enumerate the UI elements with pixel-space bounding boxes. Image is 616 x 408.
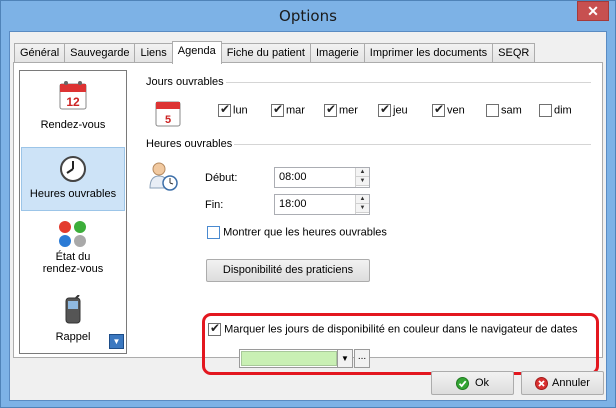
- mark-availability-checkbox[interactable]: [208, 321, 221, 336]
- tab-imprimer-les-documents[interactable]: Imprimer les documents: [363, 43, 494, 63]
- chevron-down-icon[interactable]: ▼: [337, 350, 352, 367]
- sidebar-scroll-down-button[interactable]: ▼: [109, 334, 124, 349]
- ok-button[interactable]: Ok: [431, 371, 514, 395]
- tab-agenda[interactable]: Agenda: [171, 41, 222, 64]
- availability-button[interactable]: Disponibilité des praticiens: [206, 259, 370, 282]
- start-time-input[interactable]: 08:00 ▲ ▼: [274, 167, 370, 188]
- clock-icon: [60, 156, 86, 182]
- day-label: mar: [286, 104, 305, 117]
- day-checkbox[interactable]: [378, 102, 391, 117]
- sidebar-item-label: Heures ouvrables: [29, 188, 117, 200]
- day-label: lun: [233, 104, 248, 117]
- day-checkbox[interactable]: [539, 104, 552, 117]
- color-swatch: [241, 351, 337, 366]
- day-checkbox[interactable]: [271, 102, 284, 117]
- cancel-label: Annuler: [552, 377, 590, 389]
- tab-imagerie[interactable]: Imagerie: [309, 43, 365, 63]
- workdays-title: Jours ouvrables: [146, 76, 226, 88]
- agenda-sidebar: 12 Rendez-vous Heures ouvrables État du …: [19, 70, 127, 354]
- calendar-day-number: 5: [165, 114, 171, 126]
- sidebar-item-etat-du-rendez-vous[interactable]: État du rendez-vous: [21, 219, 125, 289]
- day-label: sam: [501, 104, 522, 117]
- start-label: Début:: [205, 172, 238, 184]
- sidebar-item-label-line2: rendez-vous: [42, 263, 104, 275]
- phone-icon: [65, 295, 81, 324]
- day-lun[interactable]: lun: [218, 102, 248, 117]
- day-checkbox[interactable]: [218, 102, 231, 117]
- cancel-button[interactable]: Annuler: [521, 371, 604, 395]
- only-work-hours-label: Montrer que les heures ouvrables: [223, 226, 387, 239]
- title-bar[interactable]: Options ✕: [1, 1, 615, 31]
- day-label: ven: [447, 104, 465, 117]
- day-sam[interactable]: sam: [486, 104, 522, 117]
- tab-strip: Général Sauvegarde Liens Agenda Fiche du…: [14, 41, 536, 64]
- day-checkbox[interactable]: [486, 104, 499, 117]
- end-time-input[interactable]: 18:00 ▲ ▼: [274, 194, 370, 215]
- day-dim[interactable]: dim: [539, 104, 572, 117]
- cancel-icon: [535, 377, 548, 390]
- tab-sauvegarde[interactable]: Sauvegarde: [64, 43, 136, 63]
- only-work-hours-option[interactable]: Montrer que les heures ouvrables: [207, 226, 387, 239]
- calendar-day-number: 12: [66, 95, 80, 109]
- color-picker[interactable]: ▼: [239, 349, 353, 368]
- day-label: mer: [339, 104, 358, 117]
- status-dots-icon: [59, 221, 86, 247]
- window-title: Options: [279, 7, 337, 25]
- end-time-spinner[interactable]: ▲ ▼: [355, 195, 369, 214]
- mark-availability-option[interactable]: Marquer les jours de disponibilité en co…: [208, 321, 578, 336]
- day-mer[interactable]: mer: [324, 102, 358, 117]
- day-checkbox[interactable]: [432, 102, 445, 117]
- sidebar-item-heures-ouvrables[interactable]: Heures ouvrables: [21, 147, 125, 211]
- dialog-client: Général Sauvegarde Liens Agenda Fiche du…: [9, 31, 607, 401]
- end-time-value: 18:00: [279, 198, 307, 210]
- sidebar-item-label: Rendez-vous: [40, 119, 106, 131]
- day-jeu[interactable]: jeu: [378, 102, 408, 117]
- calendar-icon: 5: [155, 101, 181, 127]
- check-icon: [456, 377, 469, 390]
- sidebar-item-rendez-vous[interactable]: 12 Rendez-vous: [21, 79, 125, 141]
- tab-general[interactable]: Général: [14, 43, 66, 63]
- start-time-spinner[interactable]: ▲ ▼: [355, 168, 369, 187]
- day-ven[interactable]: ven: [432, 102, 465, 117]
- tab-seqr[interactable]: SEQR: [492, 43, 536, 63]
- day-label: dim: [554, 104, 572, 117]
- calendar-icon: 12: [59, 81, 87, 110]
- color-more-button[interactable]: ...: [354, 349, 370, 368]
- options-window: Options ✕ Général Sauvegarde Liens Agend…: [0, 0, 616, 408]
- tab-fiche-du-patient[interactable]: Fiche du patient: [220, 43, 311, 63]
- start-time-value: 08:00: [279, 171, 307, 183]
- day-checkbox[interactable]: [324, 102, 337, 117]
- only-work-hours-checkbox[interactable]: [207, 226, 220, 239]
- close-button[interactable]: ✕: [577, 1, 609, 21]
- day-label: jeu: [393, 104, 408, 117]
- hours-title: Heures ouvrables: [146, 138, 235, 150]
- day-mar[interactable]: mar: [271, 102, 305, 117]
- mark-availability-label: Marquer les jours de disponibilité en co…: [224, 323, 578, 336]
- end-label: Fin:: [205, 199, 224, 211]
- doctor-clock-icon: [149, 162, 178, 191]
- sidebar-item-label-line1: État du: [55, 251, 91, 263]
- ok-label: Ok: [475, 377, 490, 389]
- tab-liens[interactable]: Liens: [134, 43, 173, 63]
